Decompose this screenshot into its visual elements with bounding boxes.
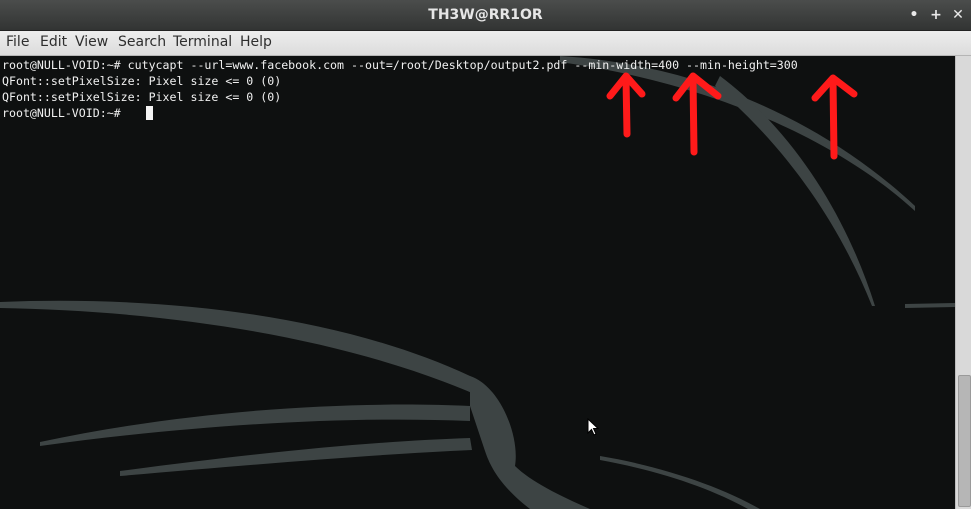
menu-help[interactable]: Help — [240, 34, 272, 50]
title-bar[interactable]: TH3W@RR1OR • + ✕ — [0, 0, 971, 31]
close-button[interactable]: ✕ — [948, 5, 968, 25]
menu-file[interactable]: File — [6, 34, 29, 50]
kali-dragon-wallpaper — [0, 56, 955, 509]
menu-view[interactable]: View — [75, 34, 108, 50]
window-title: TH3W@RR1OR — [428, 7, 543, 23]
minimize-button[interactable]: • — [904, 5, 924, 25]
text-cursor — [146, 106, 153, 120]
mouse-pointer-icon — [587, 418, 600, 436]
menu-search[interactable]: Search — [118, 34, 166, 50]
vertical-scrollbar[interactable] — [955, 56, 971, 509]
maximize-button[interactable]: + — [926, 5, 946, 25]
menu-terminal[interactable]: Terminal — [173, 34, 232, 50]
terminal-line: QFont::setPixelSize: Pixel size <= 0 (0) — [2, 90, 282, 104]
terminal-area[interactable]: root@NULL-VOID:~# cutycapt --url=www.fac… — [0, 56, 955, 509]
scrollbar-thumb[interactable] — [958, 375, 971, 507]
terminal-line: root@NULL-VOID:~# cutycapt --url=www.fac… — [2, 58, 798, 72]
menu-bar: File Edit View Search Terminal Help — [0, 31, 971, 56]
terminal-window: TH3W@RR1OR • + ✕ File Edit View Search T… — [0, 0, 971, 509]
menu-edit[interactable]: Edit — [40, 34, 67, 50]
terminal-prompt: root@NULL-VOID:~# — [2, 106, 128, 120]
terminal-line: QFont::setPixelSize: Pixel size <= 0 (0) — [2, 74, 282, 88]
